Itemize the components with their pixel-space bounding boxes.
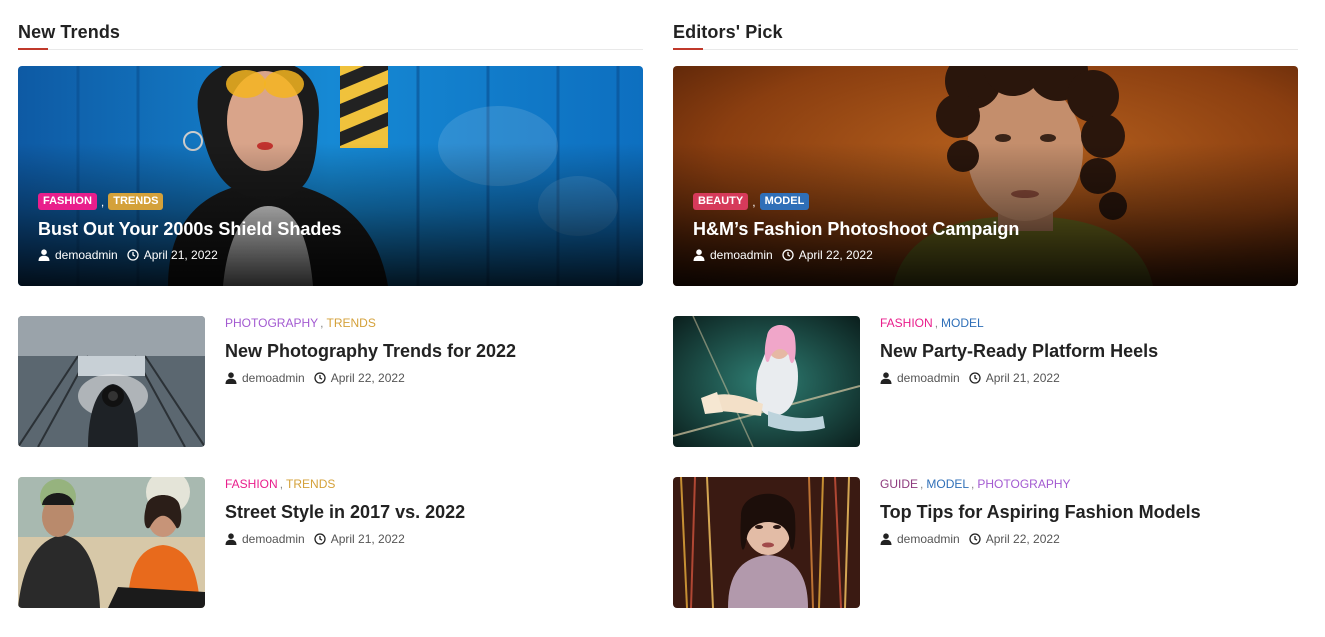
post-categories: PHOTOGRAPHY, TRENDS — [225, 316, 376, 330]
category-link-fashion[interactable]: FASHION — [880, 316, 933, 330]
clock-icon — [969, 372, 981, 384]
post-title[interactable]: New Photography Trends for 2022 — [225, 340, 643, 362]
post-list-item: GUIDE, MODEL, PHOTOGRAPHY Top Tips for Asp… — [673, 477, 1298, 608]
post-thumbnail[interactable] — [673, 316, 860, 447]
post-categories: GUIDE, MODEL, PHOTOGRAPHY — [880, 477, 1071, 491]
post-meta: demoadmin April 21, 2022 — [225, 532, 643, 546]
category-link-photography[interactable]: PHOTOGRAPHY — [225, 316, 318, 330]
category-badges: BEAUTY , MODEL — [693, 193, 1278, 210]
post-author[interactable]: demoadmin — [897, 371, 960, 385]
post-categories: FASHION, TRENDS — [225, 477, 336, 491]
featured-post-card[interactable]: BEAUTY , MODEL H&M’s Fashion Photoshoot … — [673, 66, 1298, 286]
category-badge-fashion[interactable]: FASHION — [38, 193, 97, 210]
post-title[interactable]: Top Tips for Aspiring Fashion Models — [880, 501, 1298, 523]
category-badge-trends[interactable]: TRENDS — [108, 193, 164, 210]
post-thumbnail[interactable] — [18, 316, 205, 447]
user-icon — [225, 533, 237, 545]
clock-icon — [782, 249, 794, 261]
post-thumbnail[interactable] — [673, 477, 860, 608]
post-list-item: FASHION, TRENDS Street Style in 2017 vs. … — [18, 477, 643, 608]
post-meta: demoadmin April 22, 2022 — [225, 371, 643, 385]
post-title[interactable]: Street Style in 2017 vs. 2022 — [225, 501, 643, 523]
section-accent-underline — [673, 48, 703, 50]
post-author[interactable]: demoadmin — [242, 371, 305, 385]
category-link-model[interactable]: MODEL — [926, 477, 969, 491]
category-link-trends[interactable]: TRENDS — [286, 477, 335, 491]
post-thumbnail[interactable] — [18, 477, 205, 608]
post-meta: demoadmin April 21, 2022 — [38, 248, 623, 262]
user-icon — [225, 372, 237, 384]
category-link-guide[interactable]: GUIDE — [880, 477, 918, 491]
post-list-item: PHOTOGRAPHY, TRENDS New Photography Trend… — [18, 316, 643, 447]
clock-icon — [969, 533, 981, 545]
section-header: New Trends — [18, 0, 643, 50]
category-link-fashion[interactable]: FASHION — [225, 477, 278, 491]
section-header: Editors' Pick — [673, 0, 1298, 50]
clock-icon — [314, 533, 326, 545]
clock-icon — [314, 372, 326, 384]
post-meta: demoadmin April 21, 2022 — [880, 371, 1298, 385]
post-date[interactable]: April 22, 2022 — [799, 248, 873, 262]
post-meta: demoadmin April 22, 2022 — [693, 248, 1278, 262]
user-icon — [693, 249, 705, 261]
user-icon — [880, 372, 892, 384]
section-editors-pick: Editors' Pick BEAUTY , MODEL H&M’s Fashi… — [673, 0, 1298, 608]
section-title: Editors' Pick — [673, 22, 783, 42]
clock-icon — [127, 249, 139, 261]
post-author[interactable]: demoadmin — [897, 532, 960, 546]
section-title: New Trends — [18, 22, 121, 42]
post-date[interactable]: April 22, 2022 — [331, 371, 405, 385]
post-list-item: FASHION, MODEL New Party-Ready Platform H… — [673, 316, 1298, 447]
post-author[interactable]: demoadmin — [55, 248, 118, 262]
featured-post-card[interactable]: FASHION , TRENDS Bust Out Your 2000s Shi… — [18, 66, 643, 286]
category-badge-model[interactable]: MODEL — [759, 193, 810, 210]
category-link-model[interactable]: MODEL — [941, 316, 984, 330]
post-date[interactable]: April 21, 2022 — [144, 248, 218, 262]
post-date[interactable]: April 21, 2022 — [986, 371, 1060, 385]
post-categories: FASHION, MODEL — [880, 316, 984, 330]
post-author[interactable]: demoadmin — [242, 532, 305, 546]
user-icon — [880, 533, 892, 545]
category-link-trends[interactable]: TRENDS — [326, 316, 375, 330]
post-author[interactable]: demoadmin — [710, 248, 773, 262]
user-icon — [38, 249, 50, 261]
post-date[interactable]: April 21, 2022 — [331, 532, 405, 546]
section-new-trends: New Trends FASHION , TRENDS Bust Out You… — [18, 0, 643, 608]
section-accent-underline — [18, 48, 48, 50]
post-title[interactable]: H&M’s Fashion Photoshoot Campaign — [693, 218, 1278, 240]
post-meta: demoadmin April 22, 2022 — [880, 532, 1298, 546]
post-title[interactable]: Bust Out Your 2000s Shield Shades — [38, 218, 623, 240]
post-title[interactable]: New Party-Ready Platform Heels — [880, 340, 1298, 362]
post-date[interactable]: April 22, 2022 — [986, 532, 1060, 546]
category-badge-beauty[interactable]: BEAUTY — [693, 193, 749, 210]
category-link-photography[interactable]: PHOTOGRAPHY — [977, 477, 1070, 491]
category-badges: FASHION , TRENDS — [38, 193, 623, 210]
